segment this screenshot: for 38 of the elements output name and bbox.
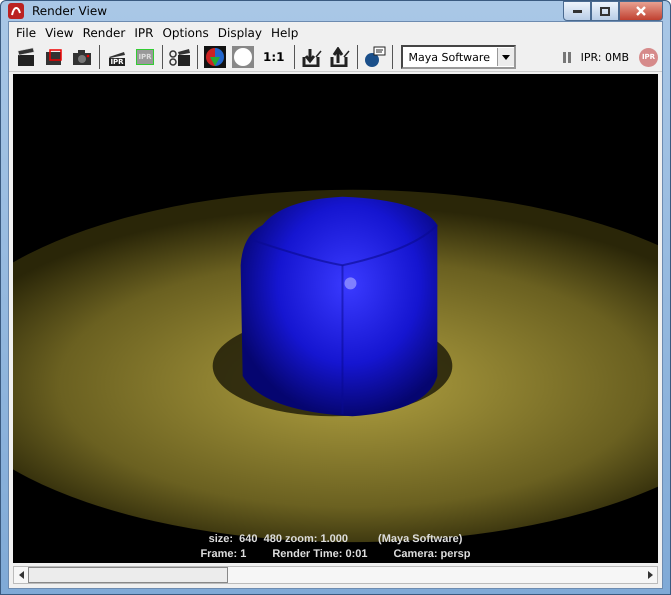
render-info-text: Camera: persp xyxy=(393,547,471,562)
menu-item[interactable]: IPR xyxy=(130,26,158,40)
pause-icon[interactable] xyxy=(562,52,571,62)
minimize-icon xyxy=(572,10,582,12)
close-button[interactable] xyxy=(619,1,663,21)
clapperboard-icon xyxy=(16,47,36,67)
down-arrow-tray-icon xyxy=(302,47,322,67)
scroll-left-icon[interactable] xyxy=(18,571,24,580)
render-info-text: Render Time: 0:01 xyxy=(272,547,368,562)
window-title: Render View xyxy=(32,4,108,18)
menu-item[interactable]: Help xyxy=(266,26,304,40)
up-arrow-tray-icon xyxy=(330,47,350,67)
menu-item[interactable]: Display xyxy=(214,26,267,40)
minimize-button[interactable] xyxy=(563,1,591,21)
scrollbar-thumb[interactable] xyxy=(28,567,228,584)
reels-clapperboard-icon xyxy=(169,47,191,67)
render-info-text: (Maya Software) xyxy=(378,532,462,548)
color-channels-button[interactable] xyxy=(202,45,228,69)
actual-size-button[interactable]: 1:1 xyxy=(258,50,290,64)
camera-icon xyxy=(72,47,92,67)
film-region-icon xyxy=(44,47,64,67)
app-logo-icon xyxy=(8,3,24,19)
maximize-button[interactable] xyxy=(591,1,619,21)
maximize-icon xyxy=(600,6,610,16)
circle-icon xyxy=(232,46,254,68)
close-icon xyxy=(636,6,646,16)
menu-item[interactable]: Options xyxy=(158,26,214,40)
renderer-dropdown[interactable]: Maya Software xyxy=(400,45,516,69)
sphere-speech-bubble-icon xyxy=(364,46,386,68)
horizontal-scrollbar[interactable] xyxy=(13,566,658,584)
caret-icon xyxy=(502,54,510,60)
scroll-right-icon[interactable] xyxy=(648,571,652,580)
menu-item[interactable]: Render xyxy=(78,26,130,40)
ipr-memory-status: IPR: 0MB xyxy=(580,50,629,64)
menu-item[interactable]: File xyxy=(12,26,42,40)
menu-item[interactable]: View xyxy=(41,26,79,40)
render-info-text: Frame: 1 xyxy=(200,547,246,562)
render-info-text: size: 640 480 zoom: 1.000 xyxy=(208,532,348,548)
